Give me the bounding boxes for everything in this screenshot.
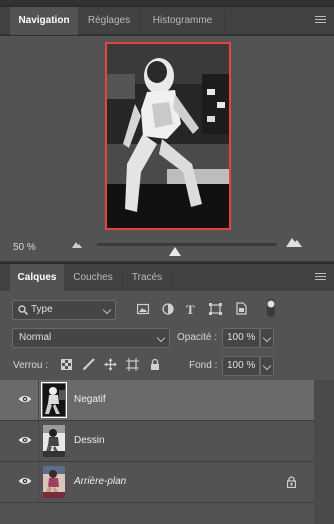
opacity-value: 100 %	[227, 332, 256, 343]
navigator-preview[interactable]	[105, 42, 231, 230]
fill-input[interactable]: 100 %	[222, 356, 260, 376]
layers-scrollbar[interactable]	[314, 380, 334, 524]
chevron-down-icon	[262, 333, 272, 343]
blend-mode-dropdown[interactable]: Normal	[12, 328, 170, 348]
divider	[38, 421, 39, 462]
tab-reglages[interactable]: Réglages	[78, 7, 140, 35]
layer-row-arriere-plan[interactable]: Arrière-plan	[0, 462, 314, 503]
fill-value: 100 %	[227, 360, 256, 371]
chevron-down-icon	[156, 333, 166, 343]
layer-thumbnail[interactable]	[43, 425, 65, 457]
fill-dropdown-button[interactable]	[260, 356, 274, 376]
tab-histogramme[interactable]: Histogramme	[141, 7, 224, 35]
fill-label: Fond :	[189, 360, 218, 371]
zoom-out-icon[interactable]	[72, 240, 82, 251]
lock-transparency-icon[interactable]	[61, 359, 72, 373]
lock-artboard-icon[interactable]	[126, 358, 139, 374]
lock-position-icon[interactable]	[104, 358, 117, 374]
zoom-slider-track[interactable]	[97, 243, 277, 246]
tab-traces[interactable]: Tracés	[123, 264, 171, 292]
layer-lock-icon[interactable]	[286, 476, 297, 491]
lock-image-icon[interactable]	[82, 358, 95, 374]
tab-navigation[interactable]: Navigation	[10, 7, 78, 35]
visibility-eye-icon[interactable]	[18, 394, 32, 407]
visibility-eye-icon[interactable]	[18, 476, 32, 489]
search-icon	[18, 305, 28, 315]
zoom-in-icon[interactable]	[286, 238, 302, 250]
layer-row-negatif[interactable]: Negatif	[0, 380, 314, 421]
opacity-dropdown-button[interactable]	[260, 328, 274, 348]
chevron-down-icon	[102, 305, 112, 315]
lock-label: Verrou :	[13, 360, 49, 371]
smart-object-filter-icon[interactable]	[236, 302, 247, 318]
opacity-label: Opacité :	[177, 332, 218, 343]
image-filter-icon[interactable]	[136, 303, 150, 318]
layer-thumbnail[interactable]	[43, 466, 65, 498]
navigator-image	[107, 44, 229, 228]
opacity-input[interactable]: 100 %	[222, 328, 260, 348]
filter-toggle-icon[interactable]	[266, 298, 276, 321]
divider	[38, 462, 39, 503]
adjustment-filter-icon[interactable]	[162, 303, 174, 318]
navigator-tabbar: Navigation Réglages Histogramme	[0, 6, 334, 35]
tab-couches[interactable]: Couches	[64, 264, 122, 292]
layer-name[interactable]: Dessin	[74, 435, 105, 446]
zoom-level[interactable]: 50 %	[13, 242, 36, 253]
type-filter-icon[interactable]: T	[186, 302, 195, 318]
lock-all-icon[interactable]	[150, 358, 160, 374]
chevron-down-icon	[262, 361, 272, 371]
layer-filter-dropdown[interactable]: Type	[12, 300, 116, 320]
tab-divider	[224, 11, 225, 31]
layers-tabbar: Calques Couches Tracés	[0, 263, 334, 292]
hamburger-menu-icon[interactable]	[315, 273, 326, 283]
tab-calques[interactable]: Calques	[10, 264, 64, 292]
layer-name[interactable]: Arrière-plan	[74, 476, 126, 487]
filter-type-label: Type	[31, 304, 53, 315]
tab-divider	[171, 268, 172, 288]
hamburger-menu-icon[interactable]	[315, 16, 326, 26]
visibility-eye-icon[interactable]	[18, 435, 32, 448]
blend-mode-value: Normal	[19, 332, 52, 343]
zoom-slider-thumb[interactable]	[169, 247, 181, 256]
layer-row-dessin[interactable]: Dessin	[0, 421, 314, 462]
divider	[38, 380, 39, 421]
layer-thumbnail[interactable]	[41, 382, 67, 418]
layer-name[interactable]: Negatif	[74, 394, 106, 405]
shape-filter-icon[interactable]	[209, 303, 222, 318]
